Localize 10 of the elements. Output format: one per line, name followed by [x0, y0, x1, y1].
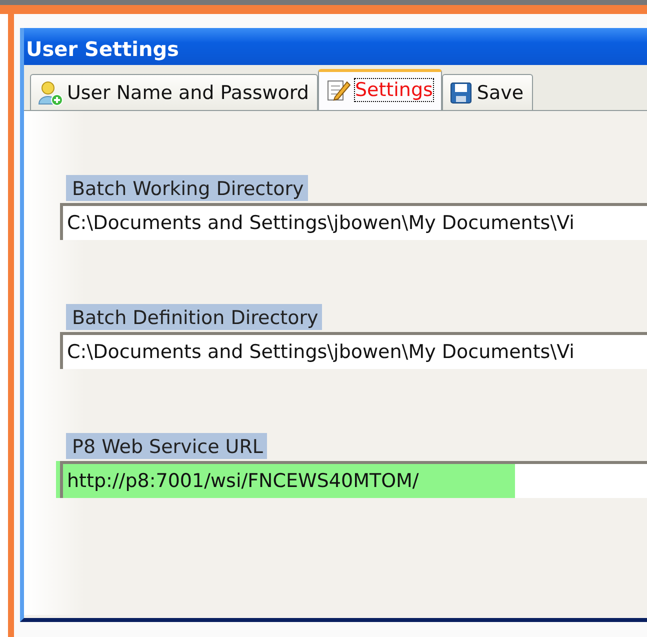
field-label: Batch Definition Directory — [66, 304, 322, 330]
tab[interactable]: User Name and Password — [30, 74, 318, 110]
window-title: User Settings — [24, 28, 647, 65]
text-field[interactable]: C:\Documents and Settings\jbowen\My Documents\Vi — [60, 332, 647, 369]
tab[interactable]: Save — [442, 74, 533, 110]
tab[interactable]: Settings — [318, 69, 442, 110]
field-label: P8 Web Service URL — [66, 433, 268, 459]
field-label: Batch Working Directory — [66, 175, 308, 201]
user-add-icon — [37, 80, 63, 106]
text-field[interactable]: C:\Documents and Settings\jbowen\My Documents\Vi — [60, 203, 647, 240]
